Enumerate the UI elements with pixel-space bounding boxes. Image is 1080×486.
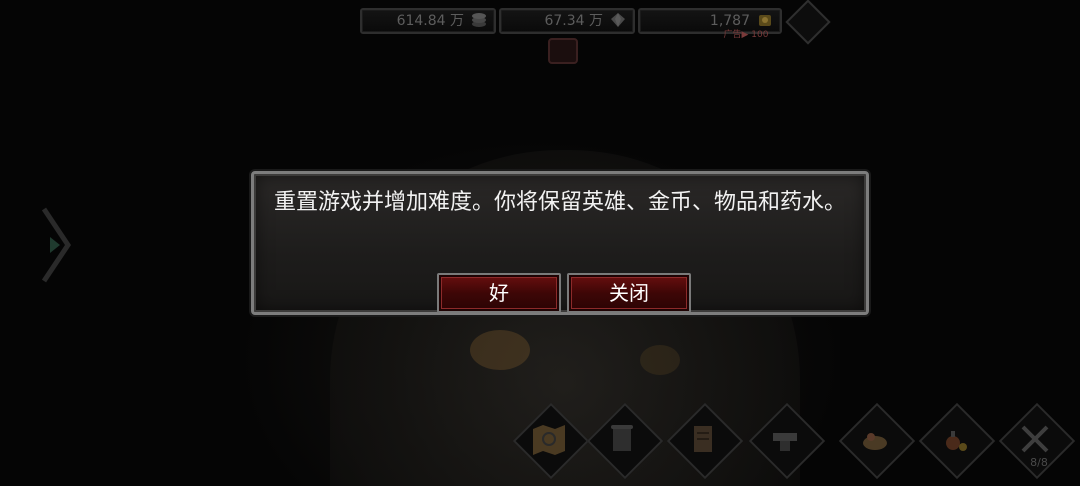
- map-button[interactable]: [512, 402, 590, 480]
- gem-value: 67.34 万: [544, 13, 603, 29]
- reset-confirm-dialog: 重置游戏并增加难度。你将保留英雄、金币、物品和药水。 好 关闭: [251, 171, 869, 315]
- battle-counter: 8/8: [1030, 456, 1048, 469]
- gold-counter[interactable]: 614.84 万: [360, 8, 496, 34]
- side-menu-arrow-icon[interactable]: [38, 205, 74, 285]
- crossed-swords-icon: [1021, 425, 1049, 453]
- token-icon: [759, 15, 771, 26]
- potion-items-icon: [946, 431, 967, 451]
- treasure-map-icon: [533, 425, 565, 455]
- inventory-button[interactable]: [918, 402, 996, 480]
- food-bowl-icon: [863, 433, 887, 450]
- rank-emblem-icon[interactable]: [548, 38, 578, 64]
- gem-counter[interactable]: 67.34 万: [499, 8, 635, 34]
- scroll-button[interactable]: [586, 402, 664, 480]
- ok-button[interactable]: 好: [437, 273, 561, 313]
- torch-glow: [640, 345, 680, 375]
- close-button[interactable]: 关闭: [567, 273, 691, 313]
- scroll-icon: [611, 425, 633, 451]
- gem-pile-icon: [611, 13, 625, 27]
- coin-stack-icon: [472, 13, 486, 27]
- blacksmith-button[interactable]: [748, 402, 826, 480]
- ad-reward-badge[interactable]: 广告▶ 100: [706, 28, 786, 42]
- gold-value: 614.84 万: [396, 13, 464, 29]
- quest-document-icon: [694, 426, 712, 452]
- torch-glow: [470, 330, 530, 370]
- food-button[interactable]: [838, 402, 916, 480]
- anvil-icon: [773, 433, 797, 451]
- dialog-message: 重置游戏并增加难度。你将保留英雄、金币、物品和药水。: [273, 190, 846, 215]
- quest-button[interactable]: [666, 402, 744, 480]
